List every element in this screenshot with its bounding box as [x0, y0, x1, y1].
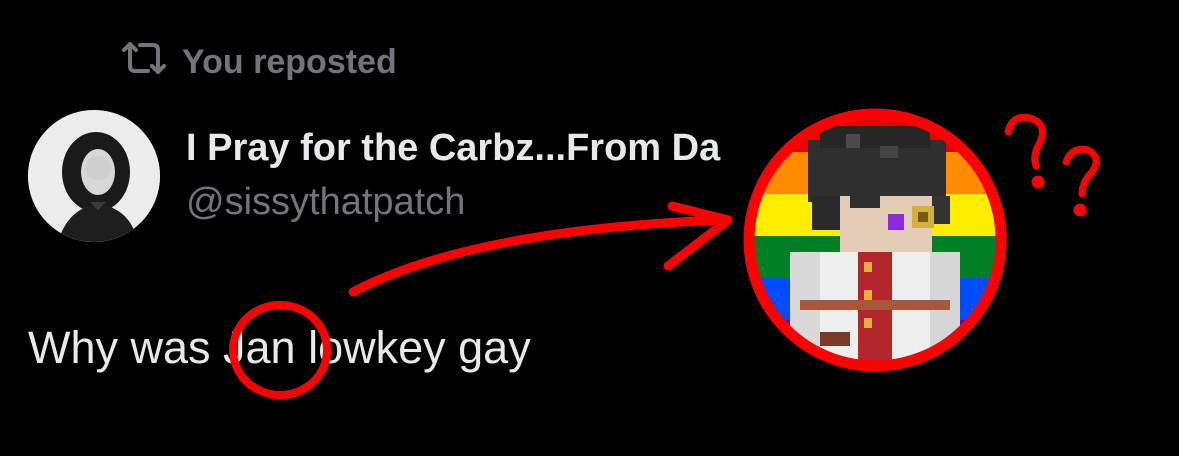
annotation-question-marks	[1004, 113, 1100, 217]
annotation-arrow-shaft	[348, 215, 725, 297]
author-display-name[interactable]: I Pray for the Carbz...From Da	[186, 127, 826, 170]
author-handle[interactable]: @sissythatpatch	[186, 181, 465, 224]
repost-label: You reposted	[182, 43, 397, 81]
post-text: Why was Jan lowkey gay	[28, 322, 531, 373]
annotation-arrow-head	[663, 201, 733, 271]
repost-indicator: You reposted	[120, 38, 397, 87]
repost-icon	[120, 38, 168, 87]
author-avatar[interactable]	[28, 110, 160, 242]
